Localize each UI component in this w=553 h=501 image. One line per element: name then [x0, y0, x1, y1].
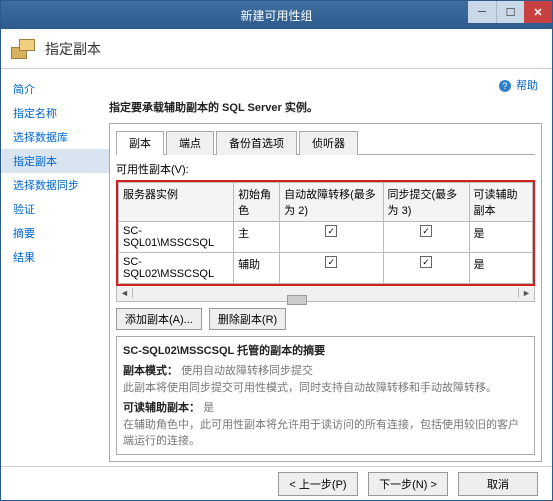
server-instance-cell: SC-SQL01\MSSCSQL — [119, 222, 234, 253]
instruction-text: 指定要承载辅助副本的 SQL Server 实例。 — [109, 99, 542, 115]
checkbox-icon[interactable]: ✓ — [420, 256, 432, 268]
checkbox-icon[interactable]: ✓ — [420, 225, 432, 237]
next-button[interactable]: 下一步(N) > — [368, 472, 448, 496]
scroll-thumb[interactable] — [287, 295, 307, 305]
wizard-window: 新建可用性组 ─ ☐ ✕ 指定副本 简介指定名称选择数据库指定副本选择数据同步验… — [0, 0, 553, 501]
availability-replicas-label: 可用性副本(V): — [116, 161, 535, 177]
scroll-left-icon[interactable]: ◄ — [117, 288, 133, 298]
auto-failover-cell[interactable]: ✓ — [280, 222, 383, 253]
summary-mode-value: 使用自动故障转移同步提交 — [181, 365, 313, 377]
readable-secondary-cell[interactable]: 是 — [469, 253, 533, 284]
maximize-button[interactable]: ☐ — [496, 1, 524, 23]
sync-commit-cell[interactable]: ✓ — [383, 222, 469, 253]
scroll-right-icon[interactable]: ► — [518, 288, 534, 298]
replica-panel: 副本端点备份首选项侦听器 可用性副本(V): 服务器实例初始角色自动故障转移(最… — [109, 123, 542, 462]
summary-mode-label: 副本模式： — [123, 365, 178, 377]
sync-commit-cell[interactable]: ✓ — [383, 253, 469, 284]
summary-readable-label: 可读辅助副本： — [123, 402, 200, 414]
add-replica-button[interactable]: 添加副本(A)... — [116, 308, 202, 330]
tab[interactable]: 侦听器 — [299, 131, 358, 155]
sidebar-item[interactable]: 选择数据库 — [1, 125, 109, 149]
initial-role-cell: 辅助 — [234, 253, 280, 284]
sidebar-item[interactable]: 摘要 — [1, 221, 109, 245]
sidebar-item[interactable]: 指定名称 — [1, 101, 109, 125]
replica-button-row: 添加副本(A)... 删除副本(R) — [116, 308, 535, 330]
summary-mode-desc: 此副本将使用同步提交可用性模式，同时支持自动故障转移和手动故障转移。 — [123, 380, 528, 397]
initial-role-cell: 主 — [234, 222, 280, 253]
auto-failover-cell[interactable]: ✓ — [280, 253, 383, 284]
help-icon: ? — [499, 80, 511, 92]
table-row[interactable]: SC-SQL01\MSSCSQL主 ✓ ✓ 是 — [119, 222, 533, 253]
tab[interactable]: 备份首选项 — [216, 131, 297, 155]
checkbox-icon[interactable]: ✓ — [325, 225, 337, 237]
tab[interactable]: 端点 — [166, 131, 214, 155]
body: 简介指定名称选择数据库指定副本选择数据同步验证摘要结果 ? 帮助 指定要承载辅助… — [1, 69, 552, 466]
sidebar-item[interactable]: 指定副本 — [1, 149, 109, 173]
page-title: 指定副本 — [45, 39, 101, 59]
server-instance-cell: SC-SQL02\MSSCSQL — [119, 253, 234, 284]
summary-readable-value: 是 — [203, 402, 214, 414]
replica-table: 服务器实例初始角色自动故障转移(最多为 2)同步提交(最多为 3)可读辅助副本 … — [118, 182, 533, 284]
summary-readable-desc: 在辅助角色中，此可用性副本将允许用于读访问的所有连接，包括使用较旧的客户端运行的… — [123, 417, 528, 450]
column-header: 初始角色 — [234, 183, 280, 222]
replica-table-highlight: 服务器实例初始角色自动故障转移(最多为 2)同步提交(最多为 3)可读辅助副本 … — [116, 180, 535, 286]
help-row: ? 帮助 — [109, 77, 542, 93]
replica-icon — [11, 35, 35, 63]
sidebar-item[interactable]: 结果 — [1, 245, 109, 269]
tab-strip: 副本端点备份首选项侦听器 — [116, 130, 535, 155]
column-header: 可读辅助副本 — [469, 183, 533, 222]
remove-replica-button[interactable]: 删除副本(R) — [209, 308, 286, 330]
sidebar-item[interactable]: 选择数据同步 — [1, 173, 109, 197]
page-header: 指定副本 — [1, 29, 552, 69]
tab[interactable]: 副本 — [116, 131, 164, 155]
cancel-button[interactable]: 取消 — [458, 472, 538, 496]
help-link[interactable]: 帮助 — [516, 80, 538, 92]
column-header: 服务器实例 — [119, 183, 234, 222]
main-content: ? 帮助 指定要承载辅助副本的 SQL Server 实例。 副本端点备份首选项… — [109, 69, 552, 466]
replica-summary-panel: SC-SQL02\MSSCSQL 托管的副本的摘要 副本模式： 使用自动故障转移… — [116, 336, 535, 455]
minimize-button[interactable]: ─ — [468, 1, 496, 23]
readable-secondary-cell[interactable]: 是 — [469, 222, 533, 253]
column-header: 同步提交(最多为 3) — [383, 183, 469, 222]
wizard-steps-sidebar: 简介指定名称选择数据库指定副本选择数据同步验证摘要结果 — [1, 69, 109, 466]
sidebar-item[interactable]: 验证 — [1, 197, 109, 221]
window-controls: ─ ☐ ✕ — [468, 1, 552, 23]
wizard-footer: < 上一步(P) 下一步(N) > 取消 — [1, 466, 552, 500]
sidebar-item[interactable]: 简介 — [1, 77, 109, 101]
summary-title: SC-SQL02\MSSCSQL 托管的副本的摘要 — [123, 345, 325, 357]
close-button[interactable]: ✕ — [524, 1, 552, 23]
table-row[interactable]: SC-SQL02\MSSCSQL辅助 ✓ ✓ 是 — [119, 253, 533, 284]
titlebar: 新建可用性组 ─ ☐ ✕ — [1, 1, 552, 29]
column-header: 自动故障转移(最多为 2) — [280, 183, 383, 222]
previous-button[interactable]: < 上一步(P) — [278, 472, 358, 496]
horizontal-scrollbar[interactable]: ◄ ► — [116, 286, 535, 302]
checkbox-icon[interactable]: ✓ — [325, 256, 337, 268]
